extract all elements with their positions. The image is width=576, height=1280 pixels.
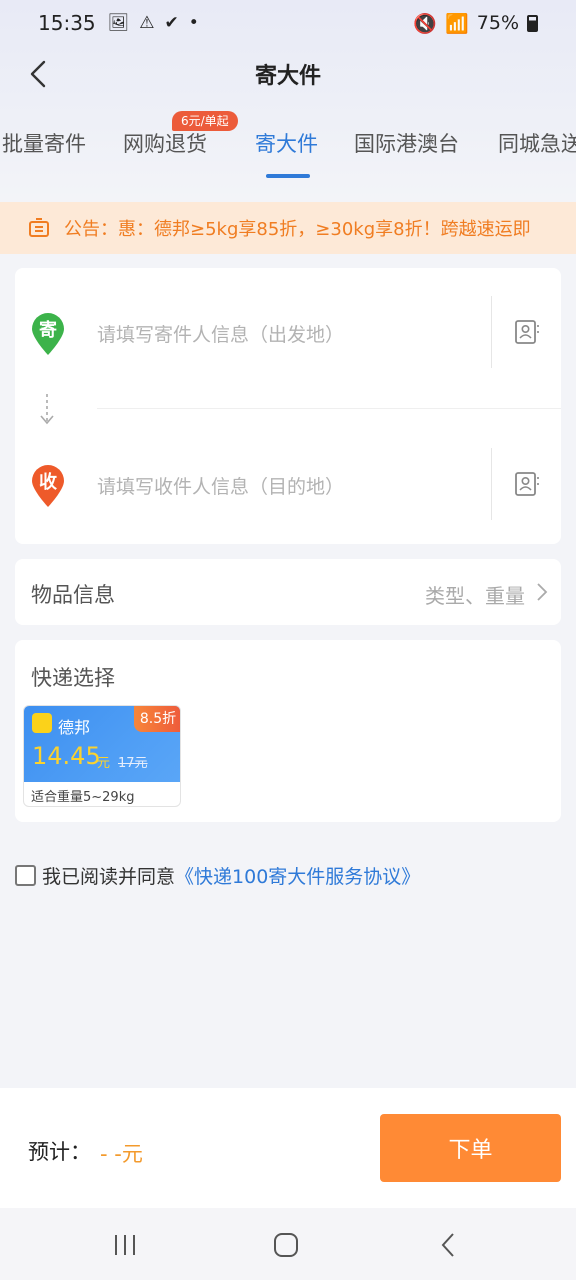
page-title: 寄大件	[254, 64, 321, 89]
status-notification-icons: 🖼 ⚠ ✔ •	[108, 13, 199, 33]
deppon-logo-icon	[32, 713, 52, 733]
tab-price-badge: 6元/单起	[172, 111, 238, 131]
courier-price-unit: 元	[97, 756, 111, 771]
tab-international[interactable]: 国际港澳台	[354, 128, 459, 158]
courier-original-price: 17元	[118, 756, 148, 771]
courier-selection-title: 快递选择	[31, 666, 115, 690]
dot-icon: •	[188, 13, 199, 33]
agreement-checkbox[interactable]	[15, 865, 36, 886]
item-info-label: 物品信息	[31, 583, 115, 607]
receiver-divider	[491, 448, 492, 520]
address-separator	[97, 408, 561, 409]
address-card: 寄 请填写寄件人信息（出发地） 收 请填写收件人信息（目的地）	[15, 268, 561, 544]
sender-row[interactable]: 寄 请填写寄件人信息（出发地）	[15, 282, 561, 382]
direction-arrow-icon	[40, 394, 54, 425]
active-tab-indicator	[266, 174, 310, 178]
status-time: 15:35	[38, 11, 96, 35]
announcement-icon	[29, 218, 49, 237]
tab-same-city[interactable]: 同城急送	[498, 128, 576, 158]
tab-large-item[interactable]: 寄大件	[255, 128, 318, 158]
sender-info-input[interactable]: 请填写寄件人信息（出发地）	[97, 320, 344, 347]
agreement-link[interactable]: 《快递100寄大件服务协议》	[175, 862, 420, 889]
receiver-pin-icon: 收	[32, 465, 64, 507]
back-nav-icon[interactable]	[434, 1230, 464, 1260]
checklist-icon: ✔	[164, 13, 179, 33]
announcement-label: 公告：	[64, 219, 118, 240]
receiver-info-input[interactable]: 请填写收件人信息（目的地）	[97, 472, 344, 499]
tab-batch-send[interactable]: 批量寄件	[2, 128, 86, 158]
courier-weight-range: 适合重量5~29kg	[31, 790, 135, 805]
courier-option-deppon[interactable]: 德邦 8.5折 14.45 元 17元 适合重量5~29kg	[23, 705, 181, 807]
sender-address-book-icon[interactable]	[513, 318, 541, 346]
agreement-row: 我已阅读并同意 《快递100寄大件服务协议》	[15, 862, 420, 889]
estimate-label: 预计：	[28, 1140, 91, 1164]
sender-divider	[491, 296, 492, 368]
status-system-icons: 🔇 📶 75%	[413, 12, 538, 35]
sender-pin-label: 寄	[39, 319, 57, 341]
item-info-row[interactable]: 物品信息 类型、重量	[15, 559, 561, 625]
home-icon[interactable]	[271, 1230, 301, 1260]
chevron-right-icon	[537, 583, 548, 601]
status-bar: 15:35 🖼 ⚠ ✔ • 🔇 📶 75%	[0, 0, 576, 46]
system-nav-bar	[0, 1208, 576, 1280]
wifi-icon: 📶	[445, 12, 469, 35]
courier-price: 14.45	[32, 742, 101, 770]
order-bar: 预计： - -元 下单	[0, 1088, 576, 1208]
announcement-bar[interactable]: 公告： 惠：德邦≥5kg享85折，≥30kg享8折！跨越速运即	[0, 202, 576, 254]
place-order-button[interactable]: 下单	[380, 1114, 561, 1182]
announcement-text: 惠：德邦≥5kg享85折，≥30kg享8折！跨越速运即	[118, 219, 531, 240]
courier-name: 德邦	[58, 718, 91, 737]
receiver-row[interactable]: 收 请填写收件人信息（目的地）	[15, 434, 561, 534]
service-tabs: 批量寄件 网购退货 寄大件 国际港澳台 同城急送	[0, 118, 576, 178]
item-info-hint: 类型、重量	[425, 584, 525, 608]
sender-pin-icon: 寄	[32, 313, 64, 355]
app-header: 寄大件	[0, 46, 576, 102]
estimate-value: - -元	[100, 1142, 143, 1166]
courier-option-header: 德邦 8.5折 14.45 元 17元	[24, 706, 180, 782]
courier-selection-card: 快递选择 德邦 8.5折 14.45 元 17元 适合重量5~29kg	[15, 640, 561, 822]
gallery-icon: 🖼	[107, 13, 130, 33]
mute-icon: 🔇	[413, 12, 438, 35]
tab-online-return[interactable]: 网购退货	[123, 128, 207, 158]
battery-level: 75%	[476, 12, 519, 34]
receiver-address-book-icon[interactable]	[513, 470, 541, 498]
back-arrow-icon[interactable]	[22, 56, 58, 92]
agreement-text: 我已阅读并同意	[42, 866, 176, 888]
battery-icon	[527, 14, 538, 32]
recent-apps-icon[interactable]	[110, 1230, 140, 1260]
discount-badge: 8.5折	[134, 706, 180, 732]
warning-icon: ⚠	[139, 13, 155, 33]
receiver-pin-label: 收	[39, 471, 57, 493]
